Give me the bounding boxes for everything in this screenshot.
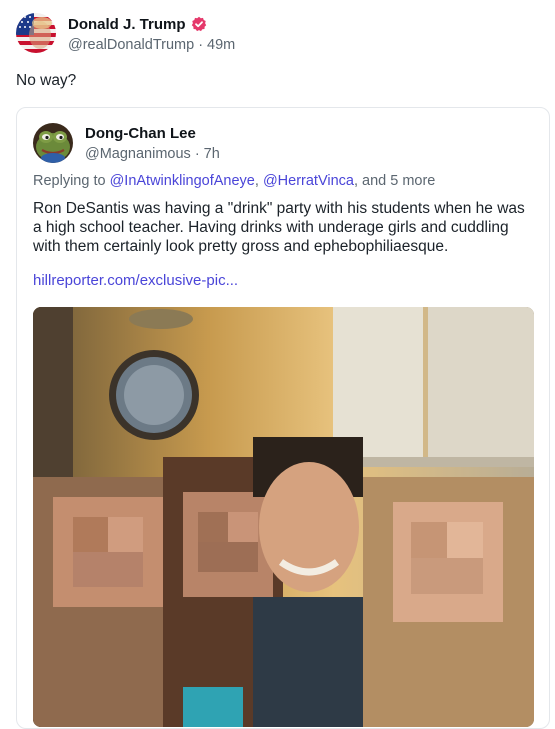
author-display-name[interactable]: Donald J. Trump xyxy=(68,16,186,33)
mention-separator: , xyxy=(254,173,259,189)
post-text: No way? xyxy=(16,72,77,89)
post-header: Donald J. Trump @realDonaldTrump · 49m xyxy=(16,13,235,53)
quoted-author-display-name[interactable]: Dong-Chan Lee xyxy=(85,125,220,144)
meta-separator: · xyxy=(198,37,204,53)
flag-avatar-icon xyxy=(16,13,56,53)
frog-avatar-icon xyxy=(33,123,73,163)
name-row: Donald J. Trump xyxy=(68,14,235,34)
quoted-author-avatar[interactable] xyxy=(33,123,73,163)
quoted-post-header: Dong-Chan Lee @Magnanimous · 7h xyxy=(33,123,220,163)
mention-link[interactable]: @HerratVinca xyxy=(263,173,354,189)
author-handle[interactable]: @realDonaldTrump xyxy=(68,37,194,53)
quoted-post-timestamp[interactable]: 7h xyxy=(204,146,220,162)
replying-prefix: Replying to xyxy=(33,173,106,189)
quoted-author-names: Dong-Chan Lee @Magnanimous · 7h xyxy=(85,125,220,163)
quoted-post-image[interactable] xyxy=(33,307,534,727)
quoted-author-meta: @Magnanimous · 7h xyxy=(85,146,220,162)
post-timestamp[interactable]: 49m xyxy=(207,37,235,53)
verified-badge-icon xyxy=(191,16,207,32)
quoted-post-body: Ron DeSantis was having a "drink" party … xyxy=(33,200,525,255)
author-names: Donald J. Trump @realDonaldTrump · 49m xyxy=(68,14,235,54)
author-meta: @realDonaldTrump · 49m xyxy=(68,37,235,53)
quoted-meta-separator: · xyxy=(194,146,200,162)
quoted-author-handle[interactable]: @Magnanimous xyxy=(85,146,191,162)
replying-suffix[interactable]: , and 5 more xyxy=(354,173,435,189)
group-photo-icon xyxy=(33,307,534,727)
post: Donald J. Trump @realDonaldTrump · 49m No … xyxy=(0,0,555,729)
author-avatar[interactable] xyxy=(16,13,56,53)
replying-to-line: Replying to @InAtwinklingofAneye, @Herra… xyxy=(33,173,435,189)
external-link[interactable]: hillreporter.com/exclusive-pic... xyxy=(33,272,238,289)
mention-link[interactable]: @InAtwinklingofAneye xyxy=(110,173,255,189)
quoted-post-card[interactable]: Dong-Chan Lee @Magnanimous · 7h Replying t… xyxy=(16,107,550,729)
